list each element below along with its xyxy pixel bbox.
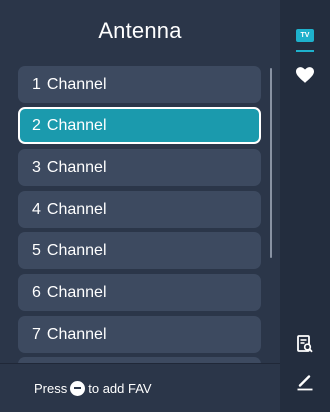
edit-icon — [297, 375, 313, 391]
channel-item-7[interactable]: 7 Channel — [18, 316, 261, 353]
channel-name: Channel — [46, 75, 107, 93]
channel-number: 3 — [32, 158, 41, 176]
channel-item-3[interactable]: 3 Channel — [18, 149, 261, 186]
channel-name: Channel — [46, 116, 107, 134]
channel-item-4[interactable]: 4 Channel — [18, 191, 261, 228]
page-title: Antenna — [98, 18, 182, 43]
tv-tab[interactable]: TV — [280, 24, 330, 46]
side-rail: TV — [280, 0, 330, 412]
channel-number: 1 — [32, 75, 41, 93]
channel-item-5[interactable]: 5 Channel — [18, 232, 261, 269]
tv-icon: TV — [296, 28, 314, 42]
channel-item-1[interactable]: 1 Channel — [18, 66, 261, 103]
footer-hint: Press to add FAV — [0, 364, 280, 412]
heart-icon — [296, 67, 314, 83]
add-fav-hint: to add FAV — [88, 380, 152, 396]
list-scrollbar[interactable] — [270, 68, 272, 258]
channel-name: Channel — [46, 325, 107, 343]
ok-button-icon — [70, 380, 86, 396]
favorites-tab[interactable] — [280, 64, 330, 86]
channel-item-6[interactable]: 6 Channel — [18, 274, 261, 311]
channel-name: Channel — [46, 283, 107, 301]
channel-number: 5 — [32, 241, 41, 259]
edit-tab[interactable] — [280, 370, 330, 394]
channel-name: Channel — [46, 241, 107, 259]
channel-list-panel: Antenna 1 Channel 2 Channel 3 Channel 4 … — [0, 0, 280, 412]
channel-number: 7 — [32, 325, 41, 343]
channel-search-tab[interactable] — [280, 332, 330, 356]
channel-item-2[interactable]: 2 Channel — [18, 107, 261, 144]
channel-number: 6 — [32, 283, 41, 301]
panel-header: Antenna — [0, 0, 280, 62]
channel-number: 4 — [32, 200, 41, 218]
channel-list[interactable]: 1 Channel 2 Channel 3 Channel 4 Channel … — [0, 62, 280, 363]
channel-number: 2 — [32, 116, 41, 134]
channel-name: Channel — [46, 200, 107, 218]
channel-name: Channel — [46, 158, 107, 176]
tv-tab-underline — [296, 50, 314, 52]
press-label: Press — [34, 380, 68, 396]
search-list-icon — [297, 335, 313, 353]
